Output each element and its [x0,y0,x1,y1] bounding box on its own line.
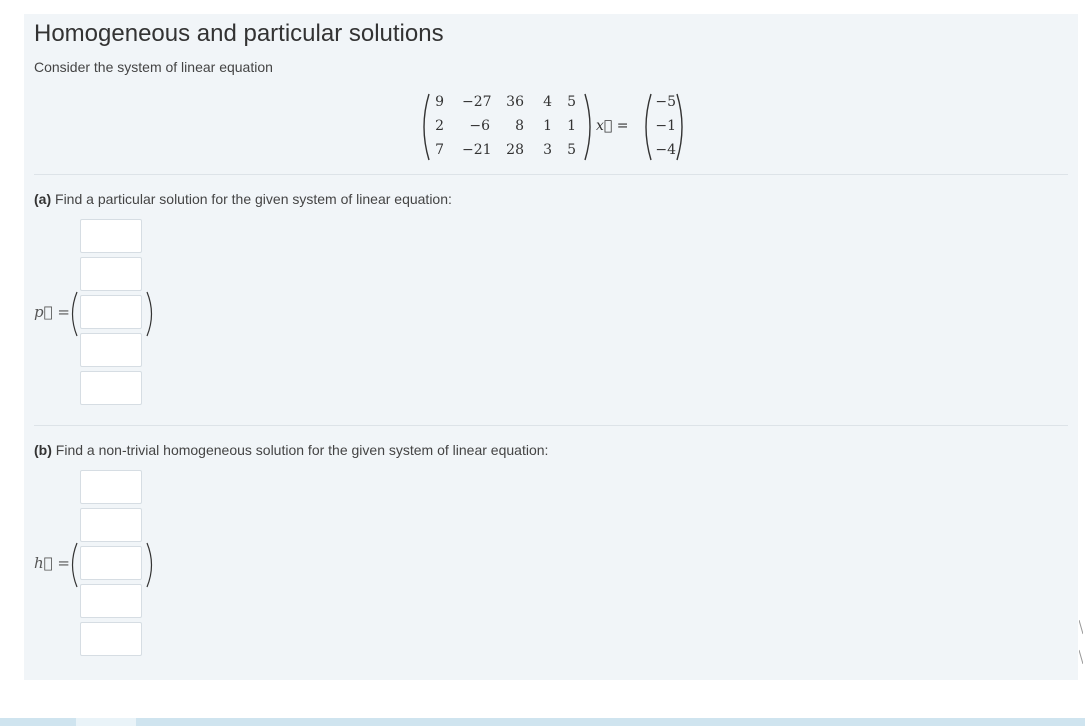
vector-h-input-3[interactable] [80,546,142,580]
bottom-bar-segment [76,718,136,726]
vector-p-input-1[interactable] [80,219,142,253]
linear-system-equation: 9 −27 36 4 5 2 −6 8 1 1 7 −21 28 3 5 x⃗ … [418,92,688,162]
matrix-cell: 1 [567,118,576,134]
matrix-right-paren [584,93,591,161]
matrix-cell: 5 [567,94,576,110]
question-a-text: Find a particular solution for the given… [55,191,452,207]
divider [34,174,1068,175]
matrix-cell: −27 [462,94,492,110]
question-a-letter: (a) [34,191,52,207]
matrix-cell: 3 [543,142,552,158]
rhs-cell: −5 [655,94,676,110]
question-b-prompt: (b) Find a non-trivial homogeneous solut… [34,442,548,458]
matrix-cell: 28 [506,142,524,158]
page-title: Homogeneous and particular solutions [34,20,444,47]
matrix-cell: −21 [462,142,492,158]
vector-h-input-5[interactable] [80,622,142,656]
matrix-cell: 7 [435,142,444,158]
vector-p-input-2[interactable] [80,257,142,291]
question-b-text: Find a non-trivial homogeneous solution … [55,442,549,458]
matrix-cell: 4 [543,94,552,110]
question-b-letter: (b) [34,442,52,458]
matrix-cell: 5 [567,142,576,158]
vector-p-label: p⃗ = [34,303,70,321]
vector-p-input-4[interactable] [80,333,142,367]
vector-p-left-paren [71,291,78,337]
vector-h-input-1[interactable] [80,470,142,504]
vector-h-label: h⃗ = [34,554,70,572]
rhs-cell: −1 [655,118,676,134]
question-panel: Homogeneous and particular solutions Con… [24,14,1078,680]
matrix-cell: 8 [515,118,524,134]
vector-p-right-paren [146,291,153,337]
matrix-cell: −6 [469,118,490,134]
matrix-cell: 36 [506,94,524,110]
vector-h-right-paren [146,542,153,588]
matrix-cell: 1 [543,118,552,134]
vector-h-input-4[interactable] [80,584,142,618]
scroll-edge-icon [1079,620,1083,664]
vector-p-input-5[interactable] [80,371,142,405]
vector-h-input-2[interactable] [80,508,142,542]
matrix-cell: 2 [435,118,444,134]
vector-p-input-3[interactable] [80,295,142,329]
bottom-bar [0,718,1085,726]
matrix-cell: 9 [435,94,444,110]
intro-text: Consider the system of linear equation [34,59,273,75]
rhs-right-paren [676,93,683,161]
divider [34,425,1068,426]
vector-h-left-paren [71,542,78,588]
rhs-cell: −4 [655,142,676,158]
question-a-prompt: (a) Find a particular solution for the g… [34,191,452,207]
variable-x-vector: x⃗ = [596,118,629,134]
